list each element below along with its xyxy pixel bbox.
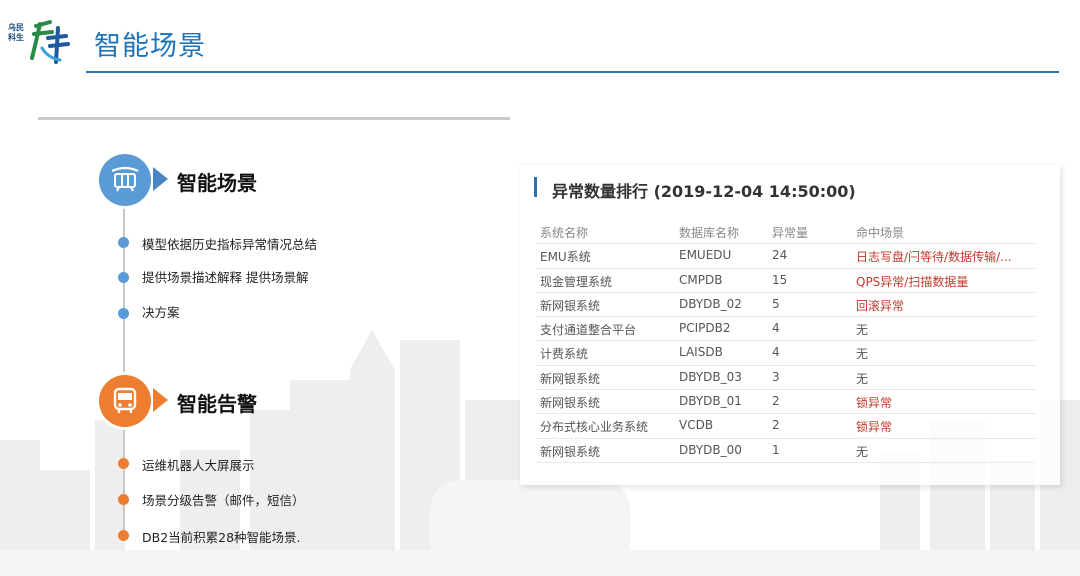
cell-scene: 锁异常 bbox=[856, 396, 893, 411]
cell-database: CMPDB bbox=[679, 272, 723, 287]
table-row[interactable]: 支付通道整合平台 PCIPDB2 4 无 bbox=[536, 317, 1036, 342]
bullet-text: 运维机器人大屏展示 bbox=[142, 458, 255, 473]
cell-count: 24 bbox=[772, 248, 788, 263]
cell-system: 计费系统 bbox=[540, 347, 589, 362]
table-row[interactable]: 计费系统 LAISDB 4 无 bbox=[536, 341, 1036, 366]
panel-title-accent bbox=[534, 177, 537, 197]
bullet-text: 决方案 bbox=[142, 305, 180, 320]
cell-system: 新网银系统 bbox=[540, 298, 601, 313]
cell-database: LAISDB bbox=[679, 345, 723, 360]
section-title-smart-alert: 智能告警 bbox=[177, 392, 257, 416]
cell-count: 4 bbox=[772, 321, 780, 336]
column-header-count: 异常量 bbox=[772, 226, 809, 240]
cell-scene: 锁异常 bbox=[856, 420, 893, 435]
cell-count: 1 bbox=[772, 442, 780, 457]
bullet-text: 场景分级告警（邮件，短信） bbox=[142, 493, 305, 508]
table-header-row: 系统名称 数据库名称 异常量 命中场景 bbox=[536, 220, 1036, 245]
column-header-scene: 命中场景 bbox=[856, 226, 905, 240]
bullet-dot bbox=[118, 458, 129, 469]
cell-scene: 无 bbox=[856, 347, 869, 362]
section-pointer-arrow bbox=[153, 167, 168, 191]
cell-database: DBYDB_02 bbox=[679, 296, 742, 311]
cell-scene: QPS异常/扫描数据量 bbox=[856, 274, 969, 289]
cell-database: VCDB bbox=[679, 418, 714, 433]
bullet-dot bbox=[118, 494, 129, 505]
cell-count: 15 bbox=[772, 272, 788, 287]
cell-scene: 回滚异常 bbox=[856, 298, 905, 313]
company-logo: 乌民科生 bbox=[8, 18, 72, 70]
cell-count: 4 bbox=[772, 345, 780, 360]
cell-system: 新网银系统 bbox=[540, 444, 601, 459]
column-header-system: 系统名称 bbox=[540, 226, 589, 240]
table-row[interactable]: 新网银系统 DBYDB_00 1 无 bbox=[536, 439, 1036, 463]
cell-scene: 日志写盘/闩等待/数据传输/... bbox=[856, 250, 1012, 265]
table-row[interactable]: 分布式核心业务系统 VCDB 2 锁异常 bbox=[536, 414, 1036, 439]
cell-database: DBYDB_00 bbox=[679, 442, 742, 457]
cell-database: PCIPDB2 bbox=[679, 321, 731, 336]
cell-system: 现金管理系统 bbox=[540, 274, 613, 289]
cell-database: EMUEDU bbox=[679, 248, 732, 263]
section-divider bbox=[38, 117, 510, 120]
smart-scene-badge bbox=[99, 154, 151, 206]
header-divider bbox=[86, 71, 1059, 73]
cell-system: 分布式核心业务系统 bbox=[540, 420, 649, 435]
logo-side-text: 乌民科生 bbox=[8, 22, 24, 42]
section-pointer-arrow bbox=[153, 388, 168, 412]
train-icon bbox=[111, 167, 139, 192]
cell-system: EMU系统 bbox=[540, 250, 591, 265]
table-row[interactable]: 新网银系统 DBYDB_01 2 锁异常 bbox=[536, 390, 1036, 415]
logo-mark-icon bbox=[30, 20, 70, 64]
cell-count: 2 bbox=[772, 418, 780, 433]
section-title-smart-scene: 智能场景 bbox=[177, 171, 257, 195]
cell-scene: 无 bbox=[856, 371, 869, 386]
column-header-database: 数据库名称 bbox=[679, 226, 740, 240]
cell-count: 3 bbox=[772, 369, 780, 384]
bullet-text: 提供场景描述解释 提供场景解 bbox=[142, 270, 309, 285]
cell-system: 新网银系统 bbox=[540, 396, 601, 411]
cell-count: 5 bbox=[772, 296, 780, 311]
bus-icon bbox=[113, 387, 137, 413]
page-title: 智能场景 bbox=[94, 31, 206, 62]
bullet-dot bbox=[118, 308, 129, 319]
cell-system: 新网银系统 bbox=[540, 371, 601, 386]
bullet-text: DB2当前积累28种智能场景. bbox=[142, 530, 301, 545]
panel-title: 异常数量排行 (2019-12-04 14:50:00) bbox=[552, 182, 856, 201]
cell-database: DBYDB_03 bbox=[679, 369, 742, 384]
bullet-text: 模型依据历史指标异常情况总结 bbox=[142, 237, 318, 252]
table-row[interactable]: EMU系统 EMUEDU 24 日志写盘/闩等待/数据传输/... bbox=[536, 244, 1036, 269]
bullet-dot bbox=[118, 530, 129, 541]
smart-alert-badge bbox=[99, 375, 151, 427]
cell-count: 2 bbox=[772, 394, 780, 409]
cell-database: DBYDB_01 bbox=[679, 394, 742, 409]
table-row[interactable]: 现金管理系统 CMPDB 15 QPS异常/扫描数据量 bbox=[536, 269, 1036, 293]
timeline-line-top bbox=[123, 206, 125, 376]
anomaly-ranking-table: 系统名称 数据库名称 异常量 命中场景 EMU系统 EMUEDU 24 日志写盘/闩等… bbox=[536, 220, 1036, 463]
cell-scene: 无 bbox=[856, 444, 869, 459]
table-row[interactable]: 新网银系统 DBYDB_03 3 无 bbox=[536, 366, 1036, 391]
timeline-line-bottom bbox=[123, 427, 125, 537]
bullet-dot bbox=[118, 272, 129, 283]
cell-system: 支付通道整合平台 bbox=[540, 323, 637, 338]
bullet-dot bbox=[118, 237, 129, 248]
table-body: EMU系统 EMUEDU 24 日志写盘/闩等待/数据传输/... 现金管理系统 CMPD… bbox=[536, 244, 1036, 463]
cell-scene: 无 bbox=[856, 323, 869, 338]
table-row[interactable]: 新网银系统 DBYDB_02 5 回滚异常 bbox=[536, 293, 1036, 318]
